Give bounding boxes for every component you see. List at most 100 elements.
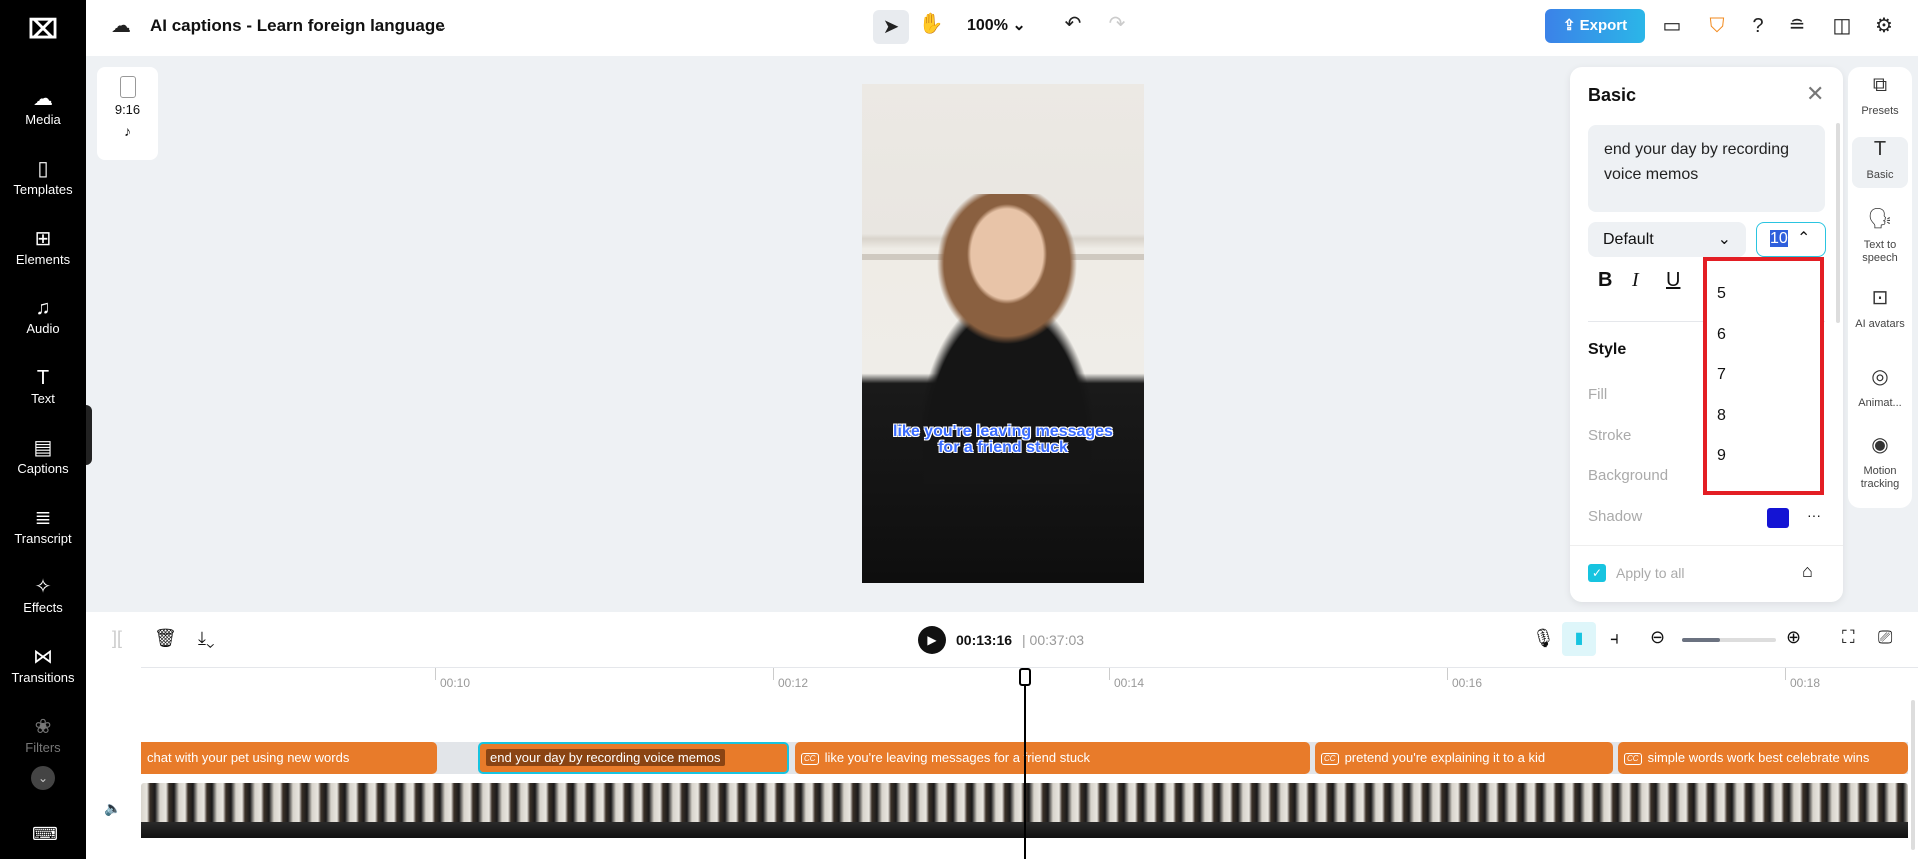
- select-tool-button[interactable]: ➤: [873, 10, 909, 44]
- split-center-icon[interactable]: ⫞: [1610, 628, 1619, 649]
- sidebar-item-audio[interactable]: ♫ Audio: [0, 295, 86, 336]
- tab-basic[interactable]: T Basic: [1852, 137, 1908, 188]
- text-icon: T: [36, 367, 50, 389]
- caption-clip[interactable]: chat with your pet using new words: [141, 742, 437, 774]
- close-icon[interactable]: ✕: [1806, 81, 1824, 107]
- sidebar-item-media[interactable]: ☁ Media: [0, 86, 86, 127]
- presets-icon: ⧉: [1872, 74, 1888, 96]
- caption-clip[interactable]: CC simple words work best celebrate wins: [1618, 742, 1908, 774]
- tick-label: 00:16: [1447, 668, 1482, 690]
- chevron-down-icon[interactable]: ⌄: [428, 12, 456, 40]
- apply-all-checkbox[interactable]: ✓: [1588, 564, 1606, 582]
- caption-clip-selected[interactable]: end your day by recording voice memos: [478, 742, 789, 774]
- left-sidebar: ⌧ ☁ Media ▯ Templates ⊞ Elements ♫ Audio T Te…: [0, 0, 86, 859]
- delete-icon[interactable]: 🗑: [154, 628, 177, 649]
- sidebar-item-captions[interactable]: ▤ Captions: [0, 435, 86, 476]
- font-size-option[interactable]: 6: [1717, 326, 1726, 344]
- panel-title: Basic: [1588, 85, 1637, 105]
- zoom-out-icon[interactable]: ⊖: [1650, 627, 1665, 648]
- caption-overlay[interactable]: like you're leaving messages for a friend…: [862, 424, 1144, 456]
- preview-icon[interactable]: ⎚: [1878, 627, 1892, 648]
- video-preview[interactable]: like you're leaving messages for a friend…: [862, 84, 1144, 583]
- sidebar-item-transcript[interactable]: ≣ Transcript: [0, 505, 86, 546]
- shadow-color-swatch[interactable]: [1767, 508, 1789, 528]
- aspect-ratio-card[interactable]: 9:16 ♪: [97, 67, 158, 160]
- italic-button[interactable]: I: [1632, 269, 1639, 292]
- tab-text-to-speech[interactable]: 🗣 Text to speech: [1852, 207, 1908, 271]
- hand-tool-button[interactable]: ✋: [917, 10, 945, 38]
- timeline-scrollbar[interactable]: [1911, 700, 1915, 850]
- sidebar-collapse-handle[interactable]: [86, 405, 92, 465]
- transitions-icon: ⋈: [33, 646, 53, 668]
- panel-scrollbar[interactable]: [1836, 123, 1840, 323]
- caption-text-input[interactable]: end your day by recording voice memos: [1588, 125, 1825, 212]
- undo-button[interactable]: ↶: [1059, 10, 1087, 38]
- help-icon[interactable]: ?: [1744, 12, 1772, 40]
- tab-presets[interactable]: ⧉ Presets: [1852, 73, 1908, 124]
- layout-icon[interactable]: ◫: [1828, 12, 1856, 40]
- caption-clip[interactable]: CC pretend you're explaining it to a kid: [1315, 742, 1613, 774]
- divider: [1570, 545, 1843, 546]
- auto-snap-button[interactable]: ▮: [1562, 622, 1596, 656]
- capcut-logo-icon[interactable]: ⌧: [26, 14, 60, 44]
- zoom-slider[interactable]: [1682, 638, 1776, 642]
- keyboard-icon[interactable]: ⌨: [32, 824, 58, 845]
- total-time: | 00:37:03: [1022, 632, 1085, 648]
- chevron-up-icon: ⌃: [1797, 230, 1811, 247]
- zoom-select[interactable]: 100% ⌄: [967, 15, 1026, 35]
- download-icon[interactable]: ⤓⌄: [198, 628, 214, 649]
- tick-label: 00:14: [1109, 668, 1144, 690]
- present-icon[interactable]: ▭: [1658, 12, 1686, 40]
- sidebar-item-elements[interactable]: ⊞ Elements: [0, 226, 86, 267]
- shield-icon[interactable]: ⛉: [1703, 12, 1731, 40]
- apply-all-label: Apply to all: [1616, 565, 1685, 581]
- caption-clip[interactable]: CC like you're leaving messages for a fri…: [795, 742, 1310, 774]
- sidebar-item-effects[interactable]: ✧ Effects: [0, 574, 86, 615]
- project-title[interactable]: AI captions - Learn foreign language: [150, 16, 445, 36]
- sidebar-item-filters[interactable]: ❀ Filters: [0, 714, 86, 755]
- chevron-down-icon: ⌄: [1717, 231, 1731, 248]
- font-size-option[interactable]: 8: [1717, 407, 1726, 425]
- export-button[interactable]: ⇪ Export: [1545, 9, 1645, 43]
- elements-icon: ⊞: [34, 228, 52, 250]
- underline-button[interactable]: U: [1666, 269, 1680, 292]
- split-icon[interactable]: ][: [112, 628, 122, 649]
- eraser-icon[interactable]: ⌂: [1802, 561, 1813, 582]
- playhead[interactable]: [1024, 668, 1026, 859]
- cc-icon: CC: [801, 752, 819, 765]
- volume-icon[interactable]: 🔈: [104, 800, 121, 817]
- settings-icon[interactable]: ⚙: [1870, 12, 1898, 40]
- microphone-icon[interactable]: 🎙: [1532, 628, 1555, 649]
- sidebar-item-transitions[interactable]: ⋈ Transitions: [0, 644, 86, 685]
- playhead-handle[interactable]: [1019, 668, 1031, 686]
- font-size-option[interactable]: 5: [1717, 285, 1726, 303]
- font-size-option[interactable]: 9: [1717, 447, 1726, 465]
- font-size-dropdown: 5 6 7 8 9: [1703, 257, 1824, 495]
- redo-button[interactable]: ↷: [1103, 10, 1131, 38]
- play-button[interactable]: ▶: [918, 626, 946, 654]
- layers-icon[interactable]: ≘: [1783, 12, 1811, 40]
- text-icon: T: [1873, 138, 1887, 160]
- right-tab-bar: ⧉ Presets T Basic 🗣 Text to speech ⊡ AI avat…: [1848, 67, 1912, 508]
- avatar-icon: ⊡: [1871, 287, 1889, 309]
- effects-icon: ✧: [34, 576, 52, 598]
- tab-animation[interactable]: ◎ Animat...: [1852, 365, 1908, 416]
- fit-icon[interactable]: ⛶: [1842, 627, 1855, 648]
- zoom-in-icon[interactable]: ⊕: [1786, 627, 1801, 648]
- tiktok-icon: ♪: [124, 123, 131, 139]
- tab-motion-tracking[interactable]: ◉ Motion tracking: [1852, 433, 1908, 497]
- sidebar-item-text[interactable]: T Text: [0, 365, 86, 406]
- transcript-icon: ≣: [34, 507, 52, 529]
- target-icon: ◉: [1871, 434, 1889, 456]
- bold-button[interactable]: B: [1598, 269, 1612, 292]
- font-select[interactable]: Default ⌄: [1588, 222, 1746, 257]
- music-note-icon: ♫: [35, 297, 51, 319]
- expand-sidebar-button[interactable]: ⌄: [31, 766, 55, 790]
- animation-icon: ◎: [1871, 366, 1889, 388]
- tab-ai-avatars[interactable]: ⊡ AI avatars: [1852, 286, 1908, 337]
- more-icon[interactable]: ···: [1807, 507, 1821, 523]
- stroke-label: Stroke: [1588, 427, 1632, 444]
- font-size-input[interactable]: 10 ⌃: [1756, 222, 1826, 257]
- font-size-option[interactable]: 7: [1717, 366, 1726, 384]
- sidebar-item-templates[interactable]: ▯ Templates: [0, 156, 86, 197]
